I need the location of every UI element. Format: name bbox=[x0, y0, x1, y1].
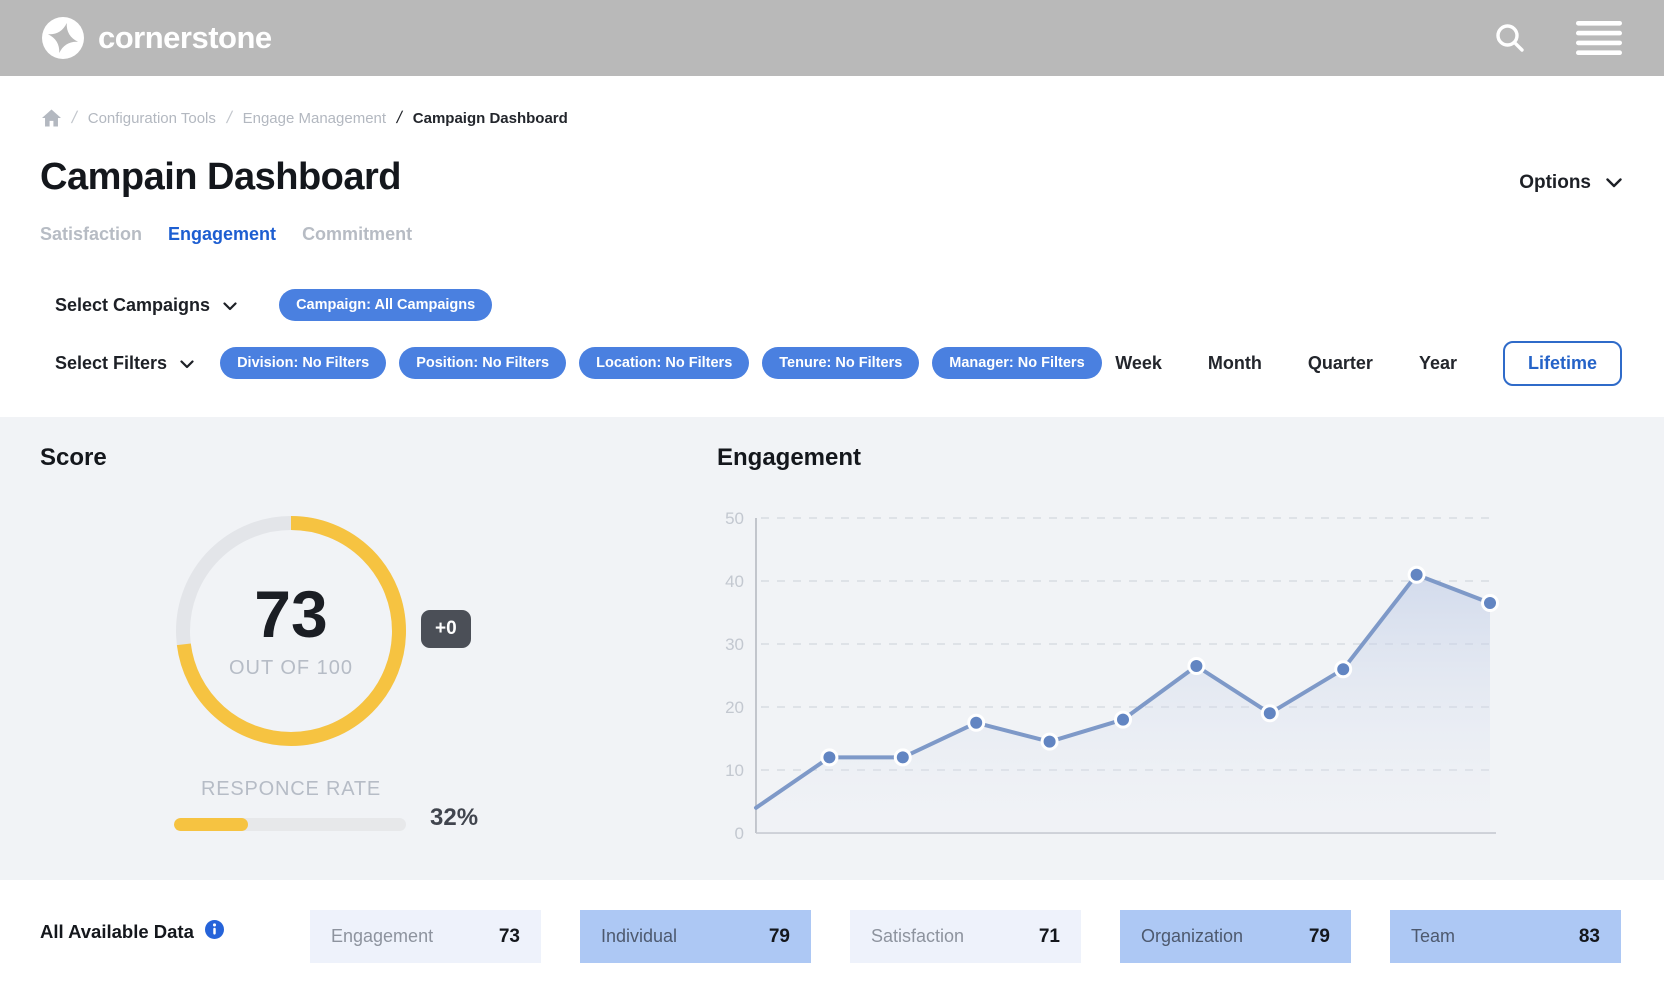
breadcrumb-items: / Configuration Tools / Engage Management / C… bbox=[72, 108, 568, 128]
card-value: 79 bbox=[769, 926, 790, 948]
data-point-6 bbox=[1189, 659, 1204, 674]
card-team[interactable]: Team 83 bbox=[1390, 910, 1621, 963]
select-campaigns-label: Select Campaigns bbox=[55, 295, 210, 316]
card-value: 71 bbox=[1039, 926, 1060, 948]
info-icon[interactable] bbox=[205, 920, 224, 944]
card-individual[interactable]: Individual 79 bbox=[580, 910, 811, 963]
response-rate-progress-fill bbox=[174, 818, 248, 831]
brand-name: cornerstone bbox=[98, 20, 272, 56]
tab-engagement[interactable]: Engagement bbox=[168, 224, 276, 245]
data-point-9 bbox=[1409, 567, 1424, 582]
card-value: 83 bbox=[1579, 926, 1600, 948]
page-title: Campain Dashboard bbox=[40, 156, 401, 199]
card-label: Individual bbox=[601, 926, 677, 947]
range-month[interactable]: Month bbox=[1208, 353, 1262, 374]
home-icon[interactable] bbox=[42, 109, 61, 127]
card-engagement[interactable]: Engagement 73 bbox=[310, 910, 541, 963]
data-point-8 bbox=[1336, 662, 1351, 677]
filter-pill-division[interactable]: Division: No Filters bbox=[220, 347, 386, 379]
filter-pill-manager[interactable]: Manager: No Filters bbox=[932, 347, 1101, 379]
y-tick-50: 50 bbox=[725, 509, 744, 528]
breadcrumb-separator: / bbox=[395, 108, 404, 128]
menu-icon[interactable] bbox=[1576, 21, 1622, 55]
card-label: Organization bbox=[1141, 926, 1243, 947]
score-cards: Engagement 73 Individual 79 Satisfaction 71 Or… bbox=[310, 910, 1621, 963]
score-max-label: OUT OF 100 bbox=[229, 657, 353, 679]
select-campaigns-dropdown[interactable]: Select Campaigns bbox=[55, 295, 237, 316]
area-fill bbox=[756, 575, 1490, 833]
card-value: 73 bbox=[499, 926, 520, 948]
range-quarter[interactable]: Quarter bbox=[1308, 353, 1373, 374]
range-week[interactable]: Week bbox=[1115, 353, 1162, 374]
tab-satisfaction[interactable]: Satisfaction bbox=[40, 224, 142, 245]
options-button[interactable]: Options bbox=[1519, 172, 1622, 194]
card-label: Satisfaction bbox=[871, 926, 964, 947]
dashboard-panel: Score 73 OUT OF 100 +0 RESPONCE RATE 32%… bbox=[0, 417, 1664, 880]
score-value: 73 bbox=[254, 577, 327, 651]
filter-pill-location[interactable]: Location: No Filters bbox=[579, 347, 749, 379]
all-available-data: All Available Data bbox=[40, 920, 224, 944]
options-label: Options bbox=[1519, 172, 1591, 194]
filters-row: Select Filters Division: No Filters Posit… bbox=[55, 340, 1622, 386]
response-rate-label: RESPONCE RATE bbox=[166, 778, 416, 801]
data-point-1 bbox=[822, 750, 837, 765]
data-point-3 bbox=[969, 715, 984, 730]
y-tick-0: 0 bbox=[735, 824, 744, 843]
data-point-4 bbox=[1042, 734, 1057, 749]
campaign-filter-pill[interactable]: Campaign: All Campaigns bbox=[279, 289, 492, 321]
range-year[interactable]: Year bbox=[1419, 353, 1457, 374]
select-filters-dropdown[interactable]: Select Filters bbox=[55, 353, 194, 374]
data-point-5 bbox=[1116, 712, 1131, 727]
y-tick-40: 40 bbox=[725, 572, 744, 591]
cornerstone-logo-icon bbox=[42, 17, 84, 59]
score-delta-badge: +0 bbox=[421, 610, 471, 648]
score-heading: Score bbox=[40, 444, 107, 472]
response-rate-percent: 32% bbox=[430, 804, 478, 832]
breadcrumb-item-configuration-tools[interactable]: Configuration Tools bbox=[88, 110, 216, 127]
search-icon[interactable] bbox=[1492, 20, 1528, 56]
chevron-down-icon bbox=[223, 295, 237, 316]
engagement-chart-heading: Engagement bbox=[717, 444, 861, 472]
filter-pill-tenure[interactable]: Tenure: No Filters bbox=[762, 347, 919, 379]
chevron-down-icon bbox=[1606, 172, 1622, 194]
y-tick-10: 10 bbox=[725, 761, 744, 780]
campaign-dashboard-page: cornerstone / Configuration Tools / Engage … bbox=[0, 0, 1664, 1006]
time-range-selector: Week Month Quarter Year Lifetime bbox=[1115, 341, 1622, 386]
card-satisfaction[interactable]: Satisfaction 71 bbox=[850, 910, 1081, 963]
tab-commitment[interactable]: Commitment bbox=[302, 224, 412, 245]
select-filters-label: Select Filters bbox=[55, 353, 167, 374]
filter-pills: Division: No Filters Position: No Filters… bbox=[220, 347, 1102, 379]
chevron-down-icon bbox=[180, 353, 194, 374]
data-point-7 bbox=[1262, 706, 1277, 721]
y-tick-30: 30 bbox=[725, 635, 744, 654]
y-tick-20: 20 bbox=[725, 698, 744, 717]
card-organization[interactable]: Organization 79 bbox=[1120, 910, 1351, 963]
data-point-10 bbox=[1483, 596, 1498, 611]
top-app-bar: cornerstone bbox=[0, 0, 1664, 76]
card-label: Team bbox=[1411, 926, 1455, 947]
score-donut-chart: 73 OUT OF 100 bbox=[166, 506, 416, 756]
dashboard-tabs: Satisfaction Engagement Commitment bbox=[40, 224, 412, 245]
breadcrumb-separator: / bbox=[70, 108, 79, 128]
engagement-line-chart: 50 40 30 20 10 0 bbox=[690, 505, 1505, 845]
breadcrumb-separator: / bbox=[225, 108, 234, 128]
breadcrumb-item-campaign-dashboard: Campaign Dashboard bbox=[413, 110, 568, 127]
card-value: 79 bbox=[1309, 926, 1330, 948]
all-available-data-label: All Available Data bbox=[40, 921, 194, 943]
bottom-summary-bar: All Available Data Engagement 73 Individua… bbox=[0, 880, 1664, 1006]
breadcrumb-item-engage-management[interactable]: Engage Management bbox=[243, 110, 386, 127]
range-lifetime[interactable]: Lifetime bbox=[1503, 341, 1622, 386]
filter-pill-position[interactable]: Position: No Filters bbox=[399, 347, 566, 379]
data-point-2 bbox=[895, 750, 910, 765]
card-label: Engagement bbox=[331, 926, 433, 947]
breadcrumb: / Configuration Tools / Engage Management / C… bbox=[42, 108, 568, 128]
response-rate-progressbar bbox=[174, 818, 406, 831]
campaign-select-row: Select Campaigns Campaign: All Campaigns bbox=[55, 282, 492, 328]
